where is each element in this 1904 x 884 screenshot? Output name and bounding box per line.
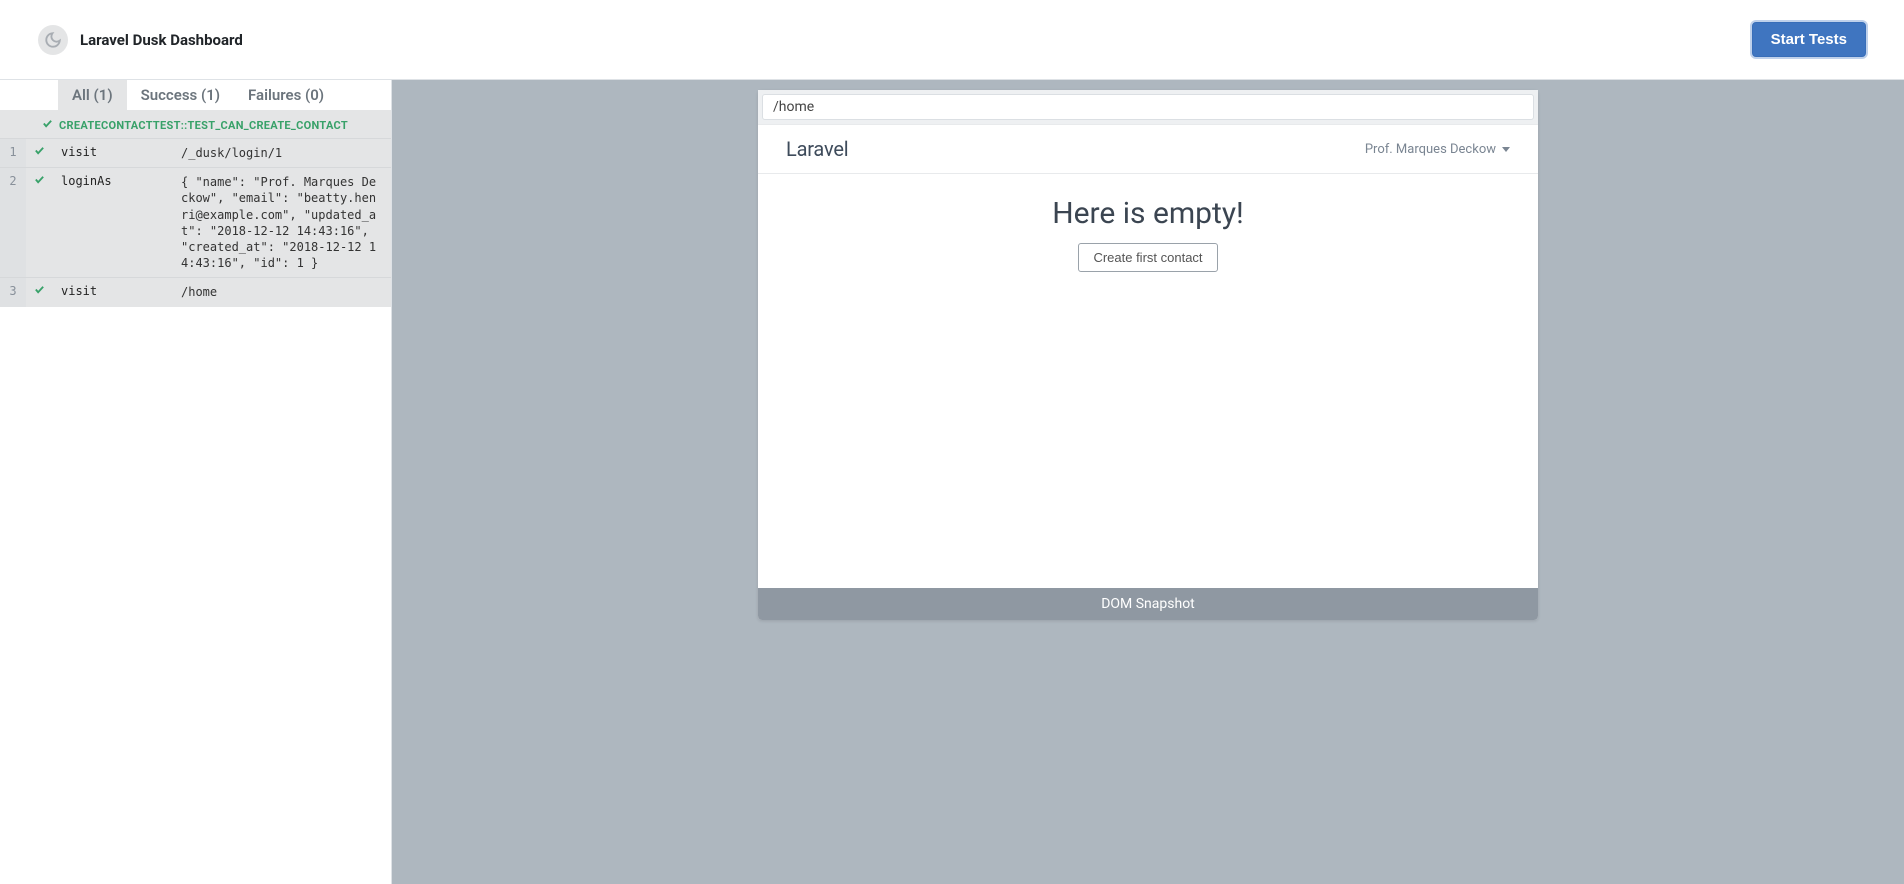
test-name: CREATECONTACTTEST::TEST_CAN_CREATE_CONTA… (59, 119, 348, 132)
header: Laravel Dusk Dashboard Start Tests (0, 0, 1904, 80)
check-icon (26, 168, 53, 278)
url-bar-wrap: /home (758, 90, 1538, 125)
tab-success[interactable]: Success (1) (127, 80, 234, 110)
user-dropdown[interactable]: Prof. Marques Deckow (1365, 142, 1510, 157)
table-row[interactable]: 2 loginAs { "name": "Prof. Marques Decko… (0, 168, 391, 278)
create-first-contact-button[interactable]: Create first contact (1078, 243, 1217, 272)
app-brand[interactable]: Laravel (786, 137, 848, 161)
check-icon (26, 139, 53, 168)
step-detail: { "name": "Prof. Marques Deckow", "email… (173, 168, 391, 278)
step-action: visit (53, 278, 173, 307)
preview-content: Here is empty! Create first contact (758, 174, 1538, 588)
steps-table: 1 visit /_dusk/login/1 2 loginAs { " (0, 138, 391, 307)
sidebar: All (1) Success (1) Failures (0) CREATEC… (0, 80, 392, 884)
preview-area: /home Laravel Prof. Marques Deckow Here … (392, 80, 1904, 884)
step-num: 3 (0, 278, 26, 307)
step-action: loginAs (53, 168, 173, 278)
table-row[interactable]: 1 visit /_dusk/login/1 (0, 139, 391, 168)
tab-all[interactable]: All (1) (58, 80, 127, 110)
start-tests-button[interactable]: Start Tests (1752, 22, 1866, 57)
header-left: Laravel Dusk Dashboard (38, 25, 243, 55)
step-detail: /home (173, 278, 391, 307)
preview-card: /home Laravel Prof. Marques Deckow Here … (758, 90, 1538, 620)
tests-panel: CREATECONTACTTEST::TEST_CAN_CREATE_CONTA… (0, 110, 391, 307)
chevron-down-icon (1502, 147, 1510, 152)
tabs: All (1) Success (1) Failures (0) (0, 80, 391, 110)
table-row[interactable]: 3 visit /home (0, 278, 391, 307)
logo-moon-icon (38, 25, 68, 55)
url-bar[interactable]: /home (762, 94, 1534, 120)
step-num: 1 (0, 139, 26, 168)
test-header[interactable]: CREATECONTACTTEST::TEST_CAN_CREATE_CONTA… (0, 110, 391, 138)
step-action: visit (53, 139, 173, 168)
app-title: Laravel Dusk Dashboard (80, 31, 243, 49)
dom-snapshot-footer[interactable]: DOM Snapshot (758, 588, 1538, 620)
step-num: 2 (0, 168, 26, 278)
step-detail: /_dusk/login/1 (173, 139, 391, 168)
tab-failures[interactable]: Failures (0) (234, 80, 338, 110)
empty-title: Here is empty! (778, 196, 1518, 231)
check-icon (26, 278, 53, 307)
user-name: Prof. Marques Deckow (1365, 142, 1496, 157)
app-navbar: Laravel Prof. Marques Deckow (758, 125, 1538, 174)
check-icon (42, 118, 53, 132)
